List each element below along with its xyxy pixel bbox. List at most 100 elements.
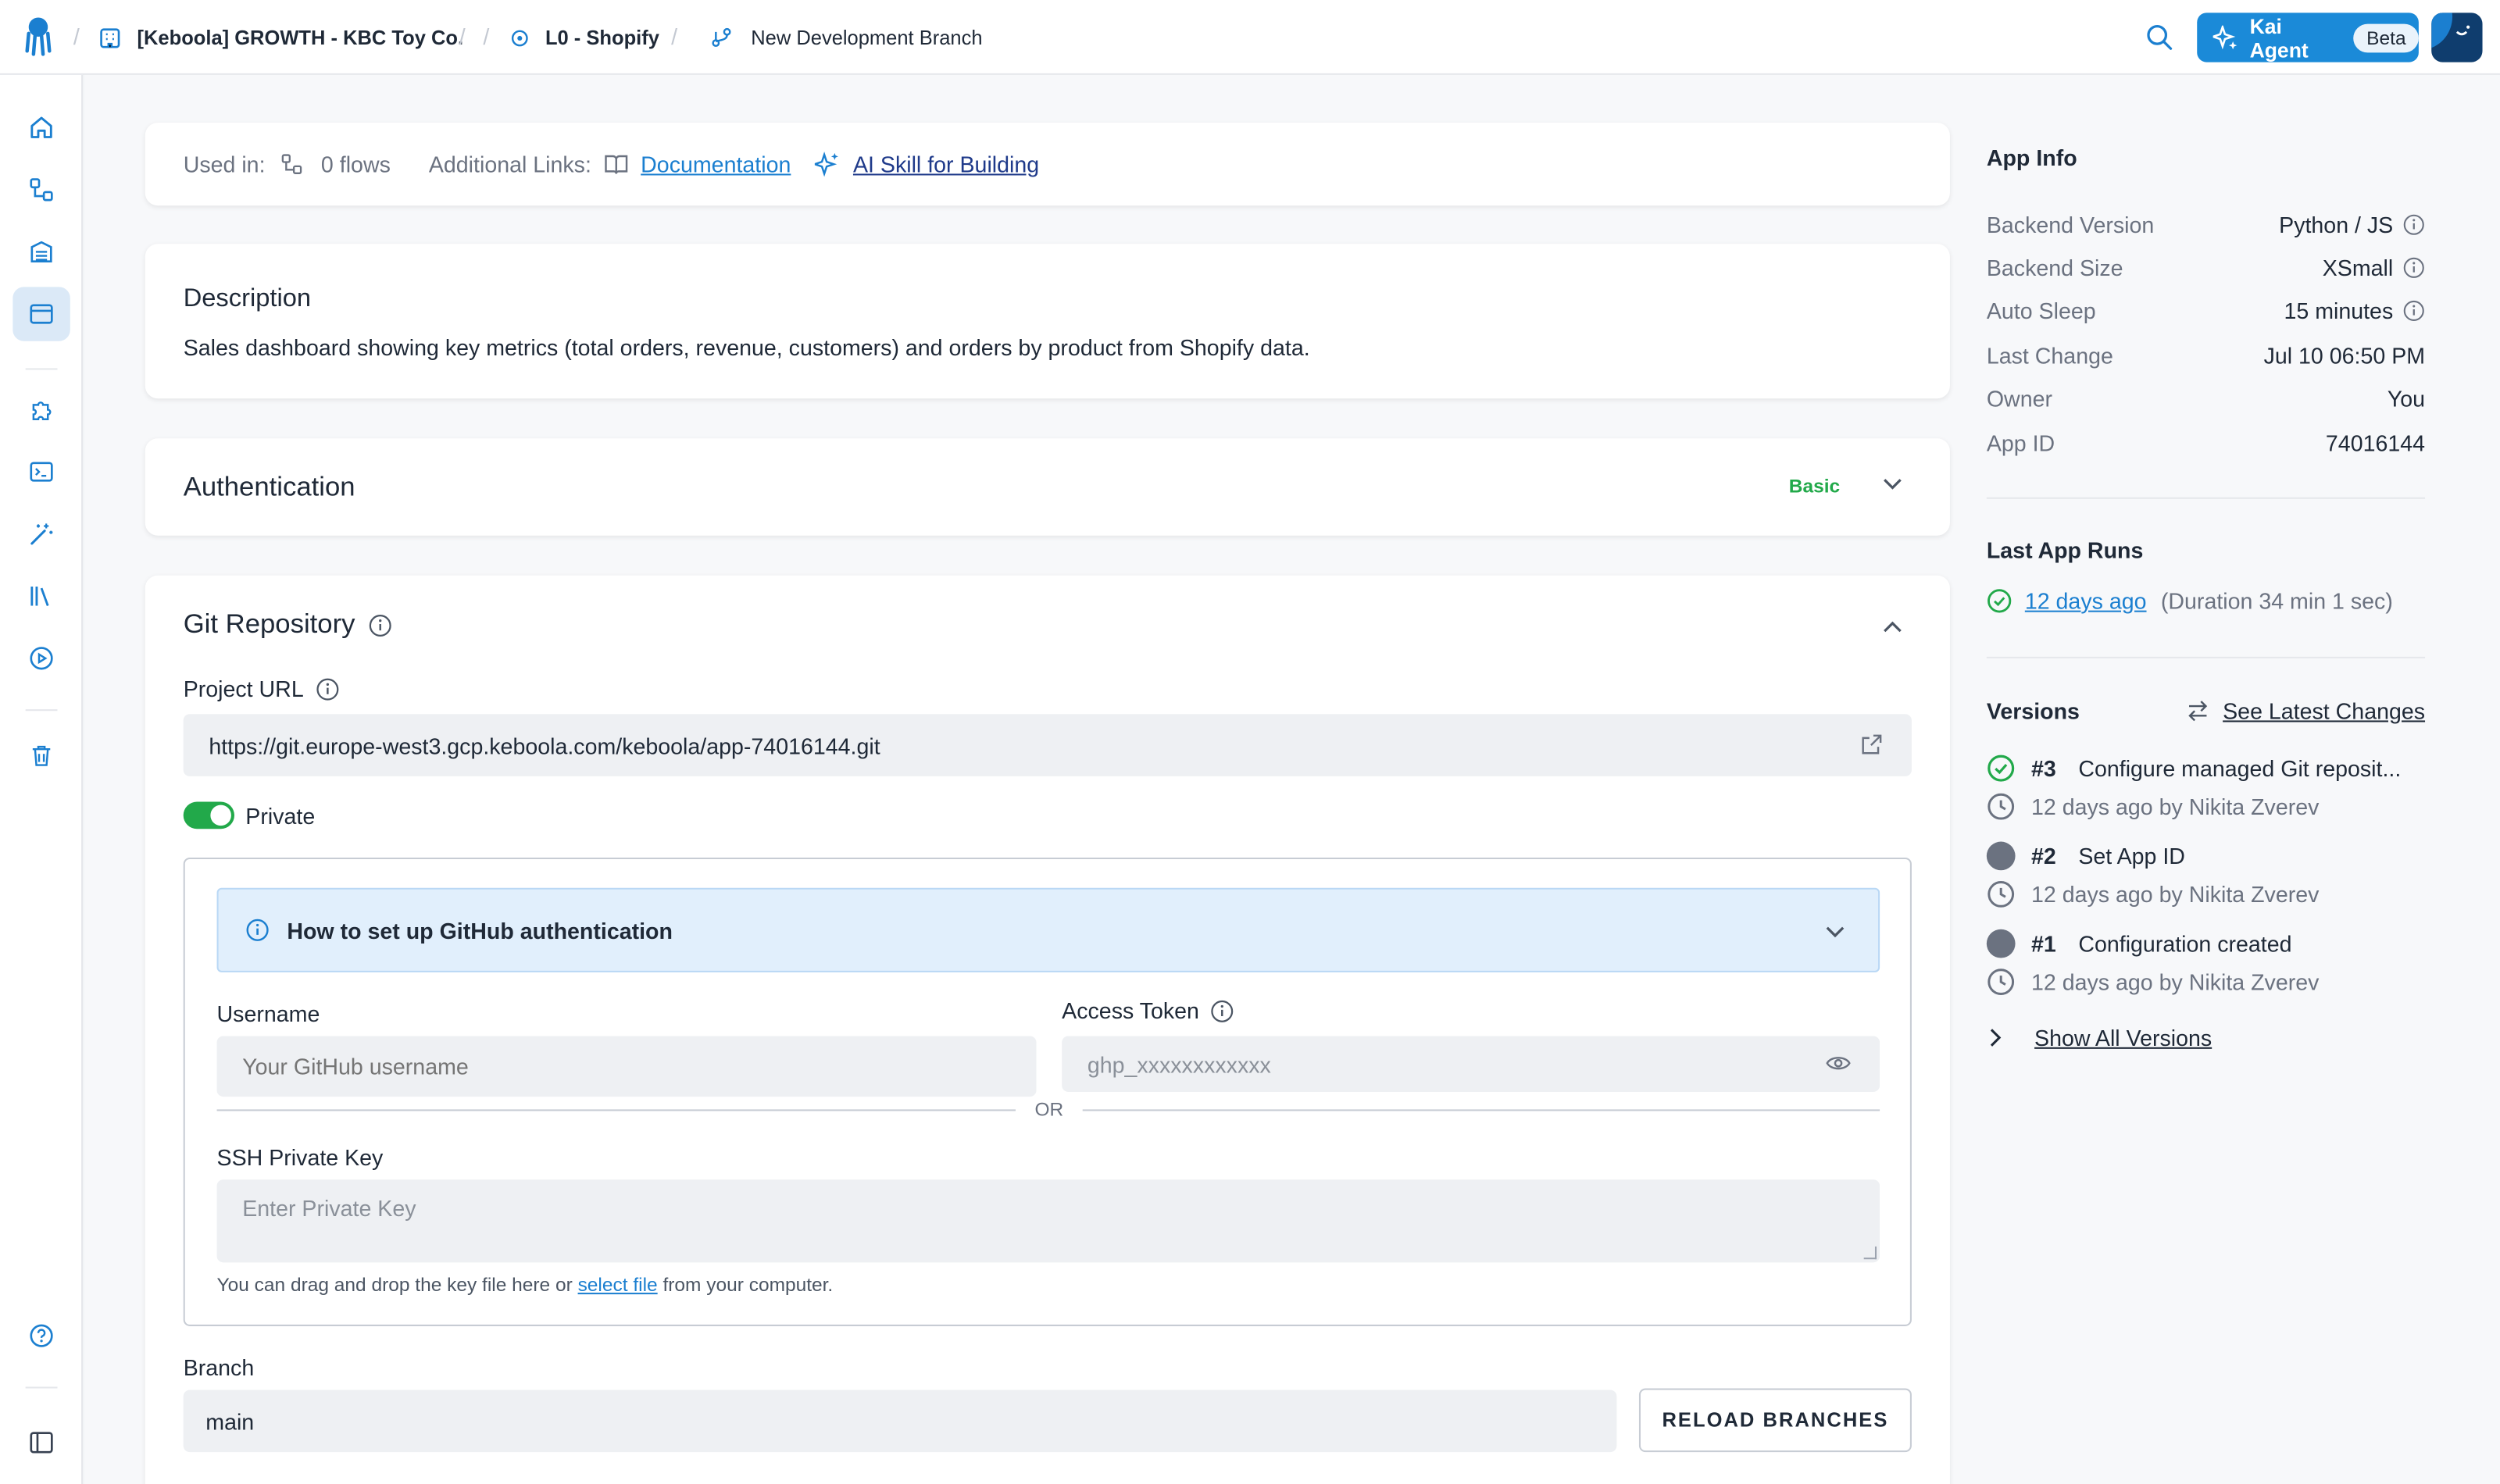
auth-box: How to set up GitHub authentication User… bbox=[183, 857, 1912, 1326]
chevron-right-icon bbox=[1987, 1026, 2005, 1049]
kai-agent-button[interactable]: Kai Agent Beta bbox=[2197, 12, 2419, 62]
eye-icon[interactable] bbox=[1826, 1054, 1852, 1072]
auto-sleep-value: 15 minutes bbox=[2284, 298, 2394, 325]
version-status-dot bbox=[1986, 929, 2016, 958]
clock-icon bbox=[1987, 792, 2016, 821]
chevron-down-icon bbox=[1824, 925, 1847, 940]
version-item[interactable]: #3 Configure managed Git reposit... 12 d… bbox=[1987, 752, 2425, 822]
info-icon[interactable] bbox=[2402, 257, 2425, 280]
last-run-row: 12 days ago (Duration 34 min 1 sec) bbox=[1987, 588, 2425, 614]
howto-title: How to set up GitHub authentication bbox=[287, 917, 673, 944]
backend-version-key: Backend Version bbox=[1986, 211, 2155, 237]
avatar[interactable] bbox=[2431, 12, 2483, 62]
username-input[interactable] bbox=[216, 1036, 1037, 1097]
show-all-versions[interactable]: Show All Versions bbox=[1987, 1025, 2425, 1051]
app-info-row: Backend Version Python / JS bbox=[1987, 202, 2425, 246]
chevron-up-icon[interactable] bbox=[1881, 619, 1904, 634]
sidebar-item-flows[interactable] bbox=[12, 162, 70, 216]
flows-count[interactable]: 0 flows bbox=[321, 152, 391, 177]
sidebar-item-trash[interactable] bbox=[12, 729, 70, 783]
ssh-hint-before: You can drag and drop the key file here … bbox=[216, 1273, 578, 1297]
resize-handle[interactable] bbox=[1863, 1246, 1877, 1260]
info-icon[interactable] bbox=[1210, 999, 1234, 1023]
external-link-icon[interactable] bbox=[1861, 733, 1884, 756]
documentation-link[interactable]: Documentation bbox=[641, 152, 791, 177]
private-toggle[interactable] bbox=[183, 801, 234, 829]
sidebar-item-apps[interactable] bbox=[12, 287, 70, 341]
ai-skill-link[interactable]: AI Skill for Building bbox=[853, 152, 1039, 177]
info-icon[interactable] bbox=[2402, 213, 2425, 236]
sidebar-item-transformations[interactable] bbox=[12, 444, 70, 498]
magic-wand-icon bbox=[29, 521, 55, 547]
access-token-label: Access Token bbox=[1062, 997, 1199, 1024]
info-icon[interactable] bbox=[368, 613, 392, 637]
version-meta: 12 days ago by Nikita Zverev bbox=[2030, 794, 2320, 819]
authentication-card[interactable]: Authentication Basic bbox=[145, 438, 1950, 536]
ssh-key-placeholder: Enter Private Key bbox=[242, 1195, 416, 1222]
chevron-down-icon[interactable] bbox=[1881, 476, 1904, 492]
reload-branches-button[interactable]: RELOAD BRANCHES bbox=[1638, 1388, 1912, 1453]
description-title: Description bbox=[183, 285, 312, 312]
sidebar-divider bbox=[25, 1386, 58, 1389]
help-icon bbox=[29, 1323, 55, 1349]
app-info-row: App ID 74016144 bbox=[1987, 421, 2425, 465]
sidebar-item-storage[interactable] bbox=[12, 225, 70, 279]
howto-accordion[interactable]: How to set up GitHub authentication bbox=[216, 887, 1880, 972]
breadcrumb-branch[interactable]: New Development Branch bbox=[711, 0, 983, 75]
keboola-logo-icon[interactable] bbox=[23, 16, 55, 57]
username-label: Username bbox=[216, 1001, 320, 1027]
sidebar-collapse-button[interactable] bbox=[12, 1415, 70, 1469]
window-icon bbox=[29, 301, 55, 327]
breadcrumb-project[interactable]: [Keboola] GROWTH - KBC Toy Co. bbox=[99, 0, 464, 75]
version-title: Configuration created bbox=[2078, 930, 2292, 957]
search-icon[interactable] bbox=[2146, 24, 2173, 52]
ssh-hint-after: from your computer. bbox=[657, 1273, 834, 1297]
sidebar-item-ai[interactable] bbox=[12, 507, 70, 561]
app-info-row: Owner You bbox=[1987, 377, 2425, 421]
sidebar-item-jobs[interactable] bbox=[12, 631, 70, 685]
authentication-title: Authentication bbox=[183, 472, 355, 502]
sidebar-item-templates[interactable] bbox=[12, 569, 70, 623]
private-label: Private bbox=[245, 802, 316, 829]
or-divider-right bbox=[1082, 1109, 1880, 1111]
version-item[interactable]: #1 Configuration created 12 days ago by … bbox=[1986, 928, 2425, 998]
last-run-link[interactable]: 12 days ago bbox=[2025, 588, 2147, 614]
access-token-input[interactable]: ghp_xxxxxxxxxxxx bbox=[1062, 1036, 1880, 1092]
see-latest-changes-link[interactable]: See Latest Changes bbox=[2223, 698, 2425, 724]
info-icon[interactable] bbox=[2402, 301, 2425, 323]
versions-header: Versions See Latest Changes bbox=[1987, 698, 2425, 724]
ssh-key-textarea[interactable]: Enter Private Key bbox=[216, 1179, 1880, 1263]
play-circle-icon bbox=[29, 646, 55, 672]
sidebar-item-home[interactable] bbox=[12, 101, 70, 155]
breadcrumb-separator: / bbox=[459, 23, 466, 50]
info-icon[interactable] bbox=[316, 676, 341, 701]
breadcrumb-separator: / bbox=[483, 23, 490, 50]
or-label: OR bbox=[1034, 1098, 1064, 1121]
puzzle-icon bbox=[29, 397, 55, 423]
breadcrumb-config[interactable]: L0 - Shopify bbox=[510, 0, 659, 75]
auto-sleep-key: Auto Sleep bbox=[1986, 298, 2096, 325]
version-status-dot bbox=[1986, 841, 2016, 871]
git-branch-icon bbox=[711, 27, 732, 48]
sidebar-item-components[interactable] bbox=[12, 383, 70, 437]
description-card: Description Sales dashboard showing key … bbox=[145, 244, 1950, 399]
sidebar-item-help[interactable] bbox=[12, 1308, 70, 1362]
kai-agent-label: Kai Agent bbox=[2249, 13, 2309, 62]
app-icon bbox=[510, 28, 529, 47]
project-url-field[interactable]: https://git.europe-west3.gcp.keboola.com… bbox=[183, 714, 1912, 776]
ssh-key-hint: You can drag and drop the key file here … bbox=[217, 1274, 834, 1297]
breadcrumb-project-label: [Keboola] GROWTH - KBC Toy Co. bbox=[137, 26, 464, 49]
branch-select[interactable]: main bbox=[183, 1389, 1617, 1453]
last-change-value: Jul 10 06:50 PM bbox=[2263, 342, 2426, 369]
git-repository-card: Git Repository Project URL https://git.e… bbox=[145, 575, 1950, 1484]
backend-version-value: Python / JS bbox=[2279, 211, 2394, 237]
select-file-link[interactable]: select file bbox=[578, 1274, 658, 1297]
ssh-key-label: SSH Private Key bbox=[216, 1144, 384, 1170]
auth-type-badge: Basic bbox=[1788, 475, 1841, 498]
library-icon bbox=[29, 583, 55, 609]
show-all-versions-link[interactable]: Show All Versions bbox=[2034, 1025, 2212, 1051]
last-change-key: Last Change bbox=[1986, 342, 2113, 369]
version-item[interactable]: #2 Set App ID 12 days ago by Nikita Zver… bbox=[1986, 840, 2425, 911]
divider bbox=[1986, 656, 2426, 658]
backend-size-value: XSmall bbox=[2322, 255, 2394, 281]
